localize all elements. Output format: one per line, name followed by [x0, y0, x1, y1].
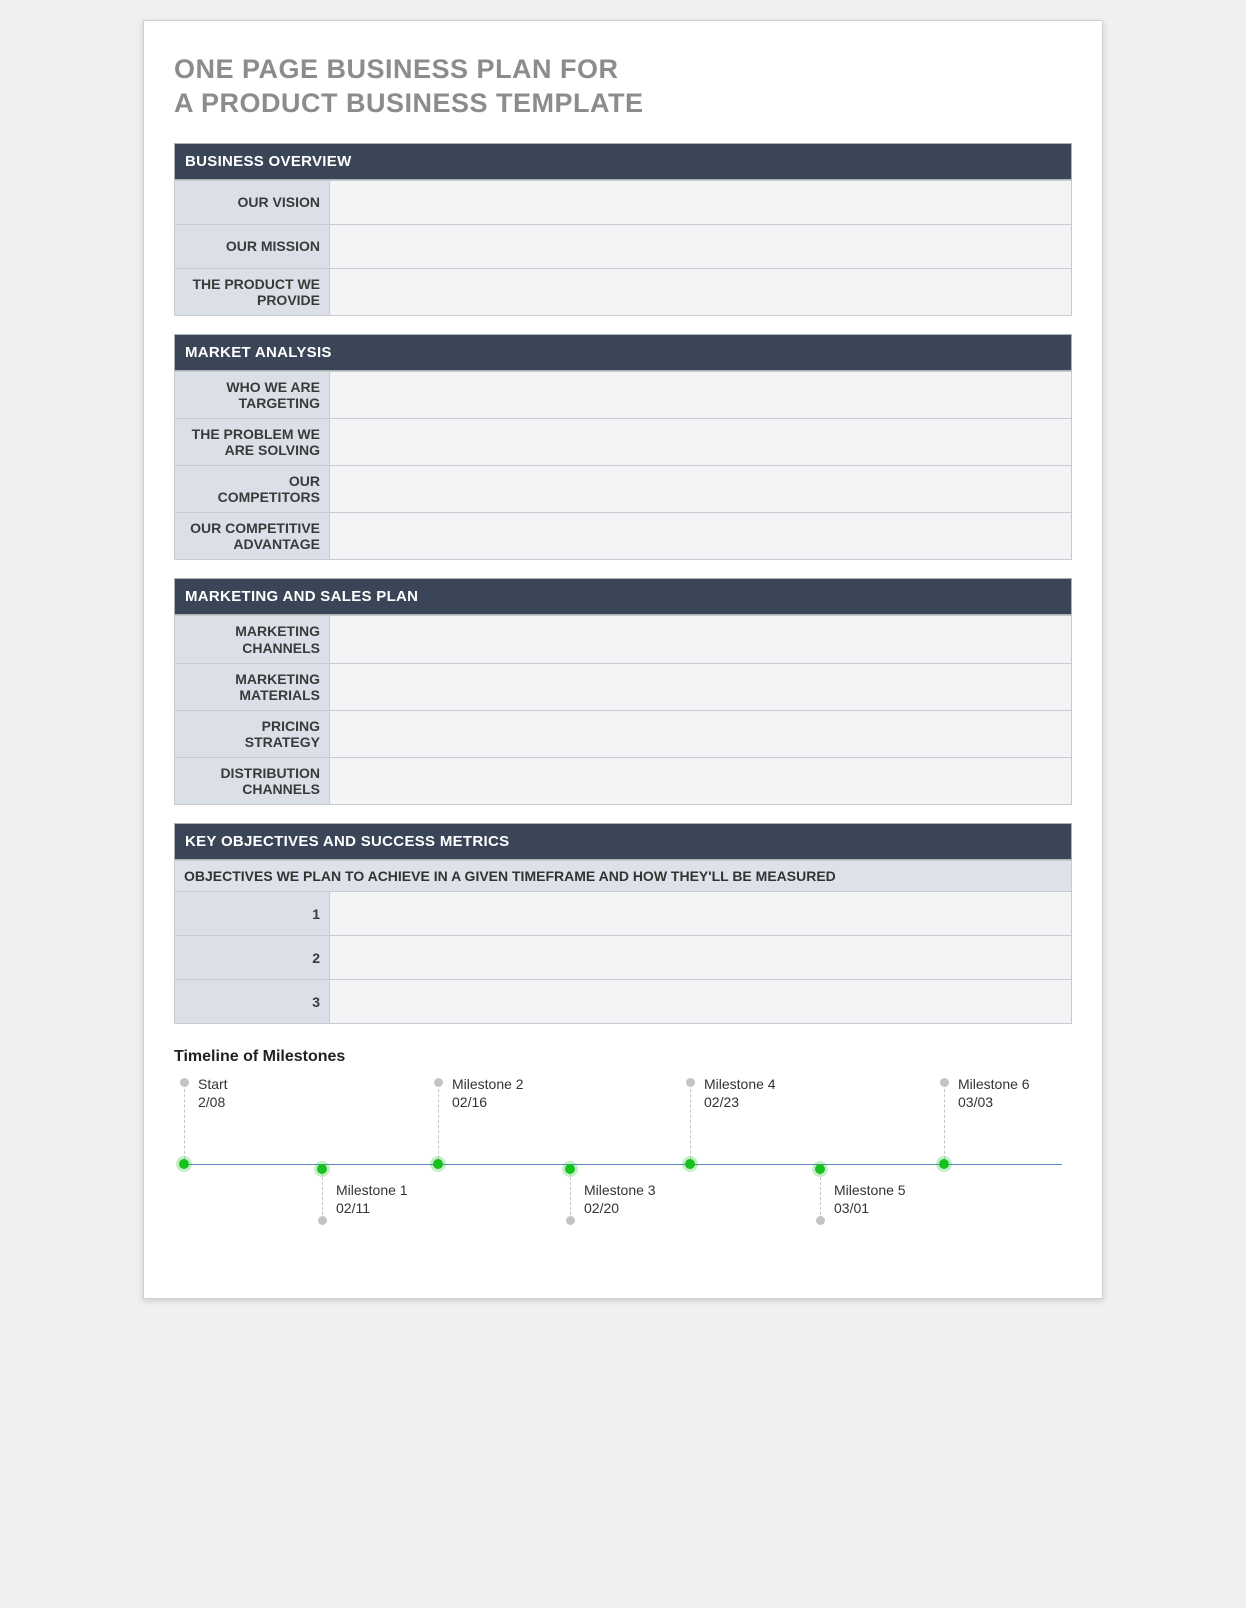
value-marketing-materials[interactable] — [330, 663, 1072, 710]
milestone-axis-dot-icon — [317, 1164, 327, 1174]
milestone-axis-dot-icon — [565, 1164, 575, 1174]
document-page: ONE PAGE BUSINESS PLAN FOR A PRODUCT BUS… — [143, 20, 1103, 1299]
row-mission: OUR MISSION — [175, 224, 1072, 268]
market-table: WHO WE ARE TARGETING THE PROBLEM WE ARE … — [174, 371, 1072, 561]
section-header-marketing: MARKETING AND SALES PLAN — [174, 578, 1072, 615]
row-product: THE PRODUCT WE PROVIDE — [175, 268, 1072, 315]
value-distribution-channels[interactable] — [330, 758, 1072, 805]
value-objective-3[interactable] — [330, 980, 1072, 1024]
milestone-date: 02/11 — [336, 1200, 408, 1218]
milestone-label: Milestone 302/20 — [584, 1182, 656, 1217]
section-business-overview: BUSINESS OVERVIEW OUR VISION OUR MISSION… — [174, 143, 1072, 316]
value-marketing-channels[interactable] — [330, 616, 1072, 663]
row-pricing-strategy: PRICING STRATEGY — [175, 710, 1072, 757]
milestone-axis-dot-icon — [815, 1164, 825, 1174]
milestone-name: Milestone 4 — [704, 1076, 776, 1094]
value-product[interactable] — [330, 268, 1072, 315]
milestone-date: 2/08 — [198, 1094, 228, 1112]
milestone-label: Milestone 402/23 — [704, 1076, 776, 1111]
value-vision[interactable] — [330, 180, 1072, 224]
section-market-analysis: MARKET ANALYSIS WHO WE ARE TARGETING THE… — [174, 334, 1072, 561]
label-competitors: OUR COMPETITORS — [175, 466, 330, 513]
milestone-date: 02/20 — [584, 1200, 656, 1218]
label-problem: THE PROBLEM WE ARE SOLVING — [175, 418, 330, 465]
milestone-name: Milestone 5 — [834, 1182, 906, 1200]
milestone-axis-dot-icon — [433, 1159, 443, 1169]
milestone-stem — [438, 1084, 439, 1164]
objectives-subheader: OBJECTIVES WE PLAN TO ACHIEVE IN A GIVEN… — [175, 861, 1072, 892]
milestone-label: Milestone 603/03 — [958, 1076, 1030, 1111]
section-objectives: KEY OBJECTIVES AND SUCCESS METRICS OBJEC… — [174, 823, 1072, 1024]
title-line-1: ONE PAGE BUSINESS PLAN FOR — [174, 54, 619, 84]
milestone-date: 03/01 — [834, 1200, 906, 1218]
milestone-name: Milestone 3 — [584, 1182, 656, 1200]
milestone-date: 03/03 — [958, 1094, 1030, 1112]
timeline-heading: Timeline of Milestones — [174, 1048, 1072, 1066]
label-objective-2: 2 — [175, 936, 330, 980]
value-advantage[interactable] — [330, 513, 1072, 560]
value-mission[interactable] — [330, 224, 1072, 268]
label-marketing-materials: MARKETING MATERIALS — [175, 663, 330, 710]
milestone-stem — [944, 1084, 945, 1164]
label-objective-3: 3 — [175, 980, 330, 1024]
label-marketing-channels: MARKETING CHANNELS — [175, 616, 330, 663]
row-marketing-channels: MARKETING CHANNELS — [175, 616, 1072, 663]
row-objective-2: 2 — [175, 936, 1072, 980]
milestone-name: Milestone 1 — [336, 1182, 408, 1200]
milestone-stem — [820, 1172, 821, 1220]
section-header-objectives: KEY OBJECTIVES AND SUCCESS METRICS — [174, 823, 1072, 860]
milestone-axis-dot-icon — [939, 1159, 949, 1169]
label-objective-1: 1 — [175, 892, 330, 936]
overview-table: OUR VISION OUR MISSION THE PRODUCT WE PR… — [174, 180, 1072, 316]
label-pricing-strategy: PRICING STRATEGY — [175, 710, 330, 757]
row-competitors: OUR COMPETITORS — [175, 466, 1072, 513]
title-line-2: A PRODUCT BUSINESS TEMPLATE — [174, 88, 644, 118]
marketing-table: MARKETING CHANNELS MARKETING MATERIALS P… — [174, 615, 1072, 805]
value-objective-1[interactable] — [330, 892, 1072, 936]
row-objective-3: 3 — [175, 980, 1072, 1024]
row-problem: THE PROBLEM WE ARE SOLVING — [175, 418, 1072, 465]
label-vision: OUR VISION — [175, 180, 330, 224]
value-objective-2[interactable] — [330, 936, 1072, 980]
milestone-stem — [322, 1172, 323, 1220]
row-advantage: OUR COMPETITIVE ADVANTAGE — [175, 513, 1072, 560]
value-competitors[interactable] — [330, 466, 1072, 513]
label-mission: OUR MISSION — [175, 224, 330, 268]
row-vision: OUR VISION — [175, 180, 1072, 224]
section-marketing-sales: MARKETING AND SALES PLAN MARKETING CHANN… — [174, 578, 1072, 805]
milestone-label: Milestone 202/16 — [452, 1076, 524, 1111]
row-objective-1: 1 — [175, 892, 1072, 936]
label-target: WHO WE ARE TARGETING — [175, 371, 330, 418]
milestone-date: 02/16 — [452, 1094, 524, 1112]
row-distribution-channels: DISTRIBUTION CHANNELS — [175, 758, 1072, 805]
value-problem[interactable] — [330, 418, 1072, 465]
milestone-stem — [184, 1084, 185, 1164]
label-product: THE PRODUCT WE PROVIDE — [175, 268, 330, 315]
milestone-stem — [690, 1084, 691, 1164]
label-advantage: OUR COMPETITIVE ADVANTAGE — [175, 513, 330, 560]
page-title: ONE PAGE BUSINESS PLAN FOR A PRODUCT BUS… — [174, 53, 1072, 121]
milestone-axis-dot-icon — [179, 1159, 189, 1169]
milestone-date: 02/23 — [704, 1094, 776, 1112]
milestone-label: Milestone 102/11 — [336, 1182, 408, 1217]
milestone-axis-dot-icon — [685, 1159, 695, 1169]
milestone-name: Milestone 6 — [958, 1076, 1030, 1094]
milestone-name: Start — [198, 1076, 228, 1094]
section-header-overview: BUSINESS OVERVIEW — [174, 143, 1072, 180]
value-target[interactable] — [330, 371, 1072, 418]
milestone-label: Start2/08 — [198, 1076, 228, 1111]
objectives-subheader-row: OBJECTIVES WE PLAN TO ACHIEVE IN A GIVEN… — [175, 861, 1072, 892]
milestone-label: Milestone 503/01 — [834, 1182, 906, 1217]
milestone-name: Milestone 2 — [452, 1076, 524, 1094]
timeline-chart: Start2/08Milestone 102/11Milestone 202/1… — [174, 1078, 1072, 1248]
value-pricing-strategy[interactable] — [330, 710, 1072, 757]
timeline-axis — [184, 1164, 1062, 1165]
milestone-stem — [570, 1172, 571, 1220]
row-marketing-materials: MARKETING MATERIALS — [175, 663, 1072, 710]
label-distribution-channels: DISTRIBUTION CHANNELS — [175, 758, 330, 805]
row-target: WHO WE ARE TARGETING — [175, 371, 1072, 418]
section-header-market: MARKET ANALYSIS — [174, 334, 1072, 371]
objectives-table: OBJECTIVES WE PLAN TO ACHIEVE IN A GIVEN… — [174, 860, 1072, 1024]
